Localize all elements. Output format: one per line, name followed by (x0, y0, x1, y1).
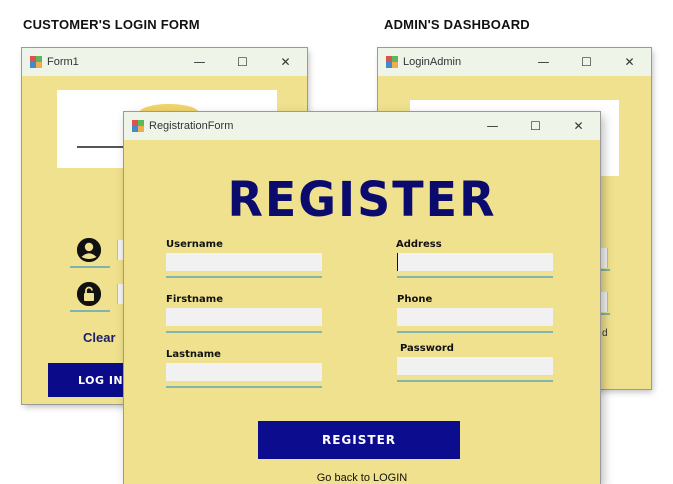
maximize-icon[interactable]: ☐ (221, 48, 264, 76)
minimize-icon[interactable]: — (178, 48, 221, 76)
customer-username-underline (70, 266, 110, 268)
phone-underline (397, 331, 553, 333)
phone-input[interactable] (397, 308, 553, 326)
registration-window: RegistrationForm — ☐ ✕ REGISTER Username… (124, 112, 600, 484)
address-label: Address (396, 239, 442, 250)
username-underline (166, 276, 322, 278)
admin-password-input[interactable] (600, 292, 608, 312)
registration-titlebar[interactable]: RegistrationForm — ☐ ✕ (124, 112, 600, 140)
app-icon (386, 56, 398, 68)
password-input[interactable] (397, 357, 553, 375)
register-heading: REGISTER (227, 170, 497, 228)
admin-username-underline (600, 269, 610, 271)
admin-password-underline (600, 313, 610, 315)
clear-link[interactable]: Clear (83, 330, 116, 345)
customer-login-caption: CUSTOMER'S LOGIN FORM (23, 17, 200, 32)
maximize-icon[interactable]: ☐ (514, 112, 557, 140)
phone-label: Phone (397, 294, 433, 305)
admin-partial-label: d (602, 328, 608, 339)
customer-password-underline (70, 310, 110, 312)
window-title: LoginAdmin (403, 56, 462, 68)
minimize-icon[interactable]: — (522, 48, 565, 76)
admin-titlebar[interactable]: LoginAdmin — ☐ ✕ (378, 48, 651, 76)
address-input[interactable] (397, 253, 553, 271)
lastname-label: Lastname (166, 349, 221, 360)
window-title: Form1 (47, 56, 79, 68)
firstname-underline (166, 331, 322, 333)
app-icon (132, 120, 144, 132)
admin-username-input[interactable] (600, 248, 608, 268)
username-label: Username (166, 239, 223, 250)
address-underline (397, 276, 553, 278)
username-input[interactable] (166, 253, 322, 271)
firstname-input[interactable] (166, 308, 322, 326)
register-button[interactable]: REGISTER (258, 421, 460, 459)
minimize-icon[interactable]: — (471, 112, 514, 140)
app-icon (30, 56, 42, 68)
close-icon[interactable]: ✕ (557, 112, 600, 140)
maximize-icon[interactable]: ☐ (565, 48, 608, 76)
password-label: Password (400, 343, 454, 354)
close-icon[interactable]: ✕ (264, 48, 307, 76)
customer-titlebar[interactable]: Form1 — ☐ ✕ (22, 48, 307, 76)
admin-dashboard-caption: ADMIN'S DASHBOARD (384, 17, 530, 32)
user-icon (77, 238, 101, 262)
go-back-to-login-link[interactable]: Go back to LOGIN (124, 472, 600, 484)
lastname-input[interactable] (166, 363, 322, 381)
window-title: RegistrationForm (149, 120, 234, 132)
firstname-label: Firstname (166, 294, 223, 305)
password-underline (397, 380, 553, 382)
lastname-underline (166, 386, 322, 388)
lock-icon (77, 282, 101, 306)
close-icon[interactable]: ✕ (608, 48, 651, 76)
